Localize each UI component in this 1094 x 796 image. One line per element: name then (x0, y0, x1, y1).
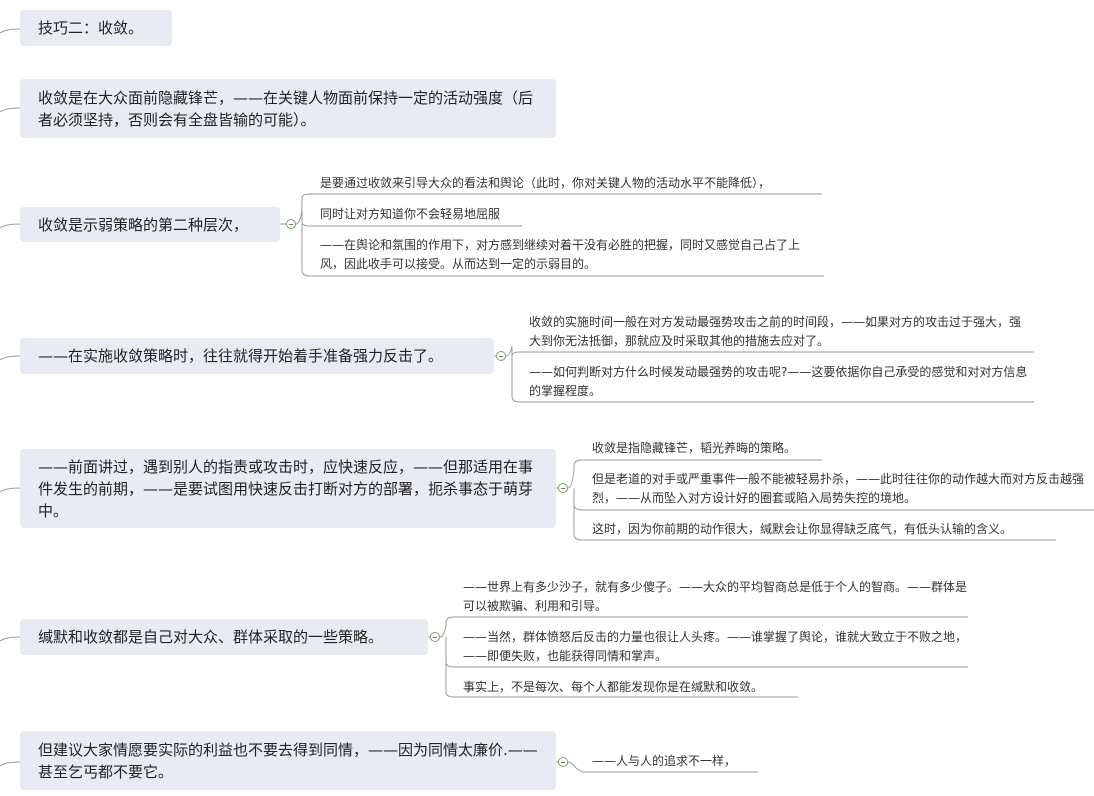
topic-silence-and-converge[interactable]: 缄默和收敛都是自己对大众、群体采取的一些策略。 (20, 619, 428, 655)
subtopic-item[interactable]: 事实上，不是每次、每个人都能发现你是在缄默和收敛。 (463, 678, 803, 697)
subtopic-item[interactable]: ——在舆论和氛围的作用下，对方感到继续对着干没有必胜的把握，同时又感觉自己占了上… (320, 236, 820, 274)
topic-text: 但建议大家情愿要实际的利益也不要去得到同情，——因为同情太廉价.——甚至乞丐都不… (38, 740, 538, 781)
topic-skill-two[interactable]: 技巧二：收敛。 (20, 10, 172, 46)
subtopic-item[interactable]: ——人与人的追求不一样， (592, 752, 762, 771)
subtopic-item[interactable]: 收敛是指隐藏锋芒，韬光养晦的策略。 (592, 439, 832, 458)
root-connector (0, 223, 21, 229)
subtopic-item[interactable]: ——世界上有多少沙子，就有多少傻子。——大众的平均智商总是低于个人的智商。——群… (463, 578, 967, 616)
topic-text: 收敛是在大众面前隐藏锋芒，——在关键人物面前保持一定的活动强度（后者必须坚持，否… (38, 88, 534, 129)
root-connector (0, 107, 21, 113)
topic-weakness-second-level[interactable]: 收敛是示弱策略的第二种层次， (20, 207, 280, 242)
subtopic-item[interactable]: 收敛的实施时间一般在对方发动最强势攻击之前的时间段，——如果对方的攻击过于强大，… (529, 313, 1031, 351)
collapse-toggle-icon[interactable] (558, 757, 568, 767)
topic-real-benefits[interactable]: 但建议大家情愿要实际的利益也不要去得到同情，——因为同情太廉价.——甚至乞丐都不… (20, 731, 556, 790)
topic-prepare-counterattack[interactable]: ——在实施收敛策略时，往往就得开始着手准备强力反击了。 (20, 338, 494, 374)
collapse-toggle-icon[interactable] (430, 632, 440, 642)
subtopic-item[interactable]: 这时，因为你前期的动作很大，缄默会让你显得缺乏底气，有低头认输的含义。 (592, 520, 1062, 539)
topic-text: ——前面讲过，遇到别人的指责或攻击时，应快速反应，——但那适用在事件发生的前期，… (38, 457, 534, 520)
topic-text: 缄默和收敛都是自己对大众、群体采取的一些策略。 (38, 628, 384, 646)
root-connector (0, 355, 21, 361)
root-connector (0, 28, 21, 34)
topic-text: 技巧二：收敛。 (38, 19, 144, 37)
subtopic-item[interactable]: 是要通过收敛来引导大众的看法和舆论（此时，你对关键人物的活动水平不能降低）， (320, 174, 820, 193)
collapse-toggle-icon[interactable] (496, 351, 506, 361)
subtopic-item[interactable]: ——当然，群体愤怒后反击的力量也很让人头疼。——谁掌握了舆论，谁就大致立于不败之… (463, 628, 967, 666)
root-connector (0, 487, 21, 493)
subtopic-item[interactable]: ——如何判断对方什么时候发动最强势的攻击呢?——这要依据你自己承受的感觉和对对方… (529, 363, 1031, 401)
collapse-toggle-icon[interactable] (558, 483, 568, 493)
subtopic-item[interactable]: 同时让对方知道你不会轻易地屈服 (320, 205, 520, 224)
collapse-toggle-icon[interactable] (286, 219, 296, 229)
root-connector (0, 636, 21, 642)
topic-fast-reaction[interactable]: ——前面讲过，遇到别人的指责或攻击时，应快速反应，——但那适用在事件发生的前期，… (20, 449, 556, 528)
subtopic-item[interactable]: 但是老道的对手或严重事件一般不能被轻易扑杀，——此时往往你的动作越大而对方反击越… (592, 470, 1090, 508)
root-connector (0, 761, 21, 767)
topic-text: ——在实施收敛策略时，往往就得开始着手准备强力反击了。 (38, 347, 444, 365)
topic-converge-definition[interactable]: 收敛是在大众面前隐藏锋芒，——在关键人物面前保持一定的活动强度（后者必须坚持，否… (20, 79, 556, 138)
topic-text: 收敛是示弱策略的第二种层次， (38, 215, 249, 234)
